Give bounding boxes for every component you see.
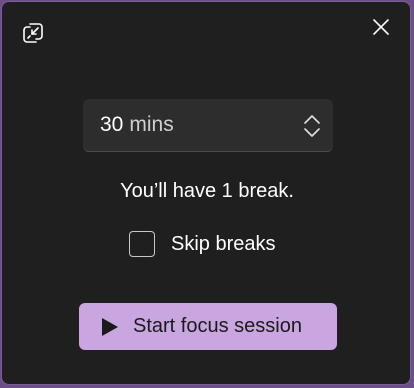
play-icon [102,317,118,336]
break-info-text: You’ll have 1 break. [120,180,294,202]
duration-value: 30 [100,113,124,136]
restore-window-button[interactable] [16,16,50,50]
chevron-up-down-icon[interactable] [303,114,321,138]
focus-session-window: 30 mins You’ll have 1 break. Skip breaks… [1,1,411,385]
skip-breaks-toggle[interactable]: Skip breaks [129,229,276,259]
close-icon [373,19,389,35]
skip-breaks-label: Skip breaks [171,232,276,255]
close-button[interactable] [366,12,396,42]
skip-breaks-checkbox[interactable] [129,231,155,257]
restore-window-icon [23,23,43,43]
start-focus-session-label: Start focus session [133,315,302,337]
duration-unit: mins [129,113,174,136]
start-focus-session-button[interactable]: Start focus session [79,303,337,350]
duration-picker[interactable]: 30 mins [83,99,333,152]
